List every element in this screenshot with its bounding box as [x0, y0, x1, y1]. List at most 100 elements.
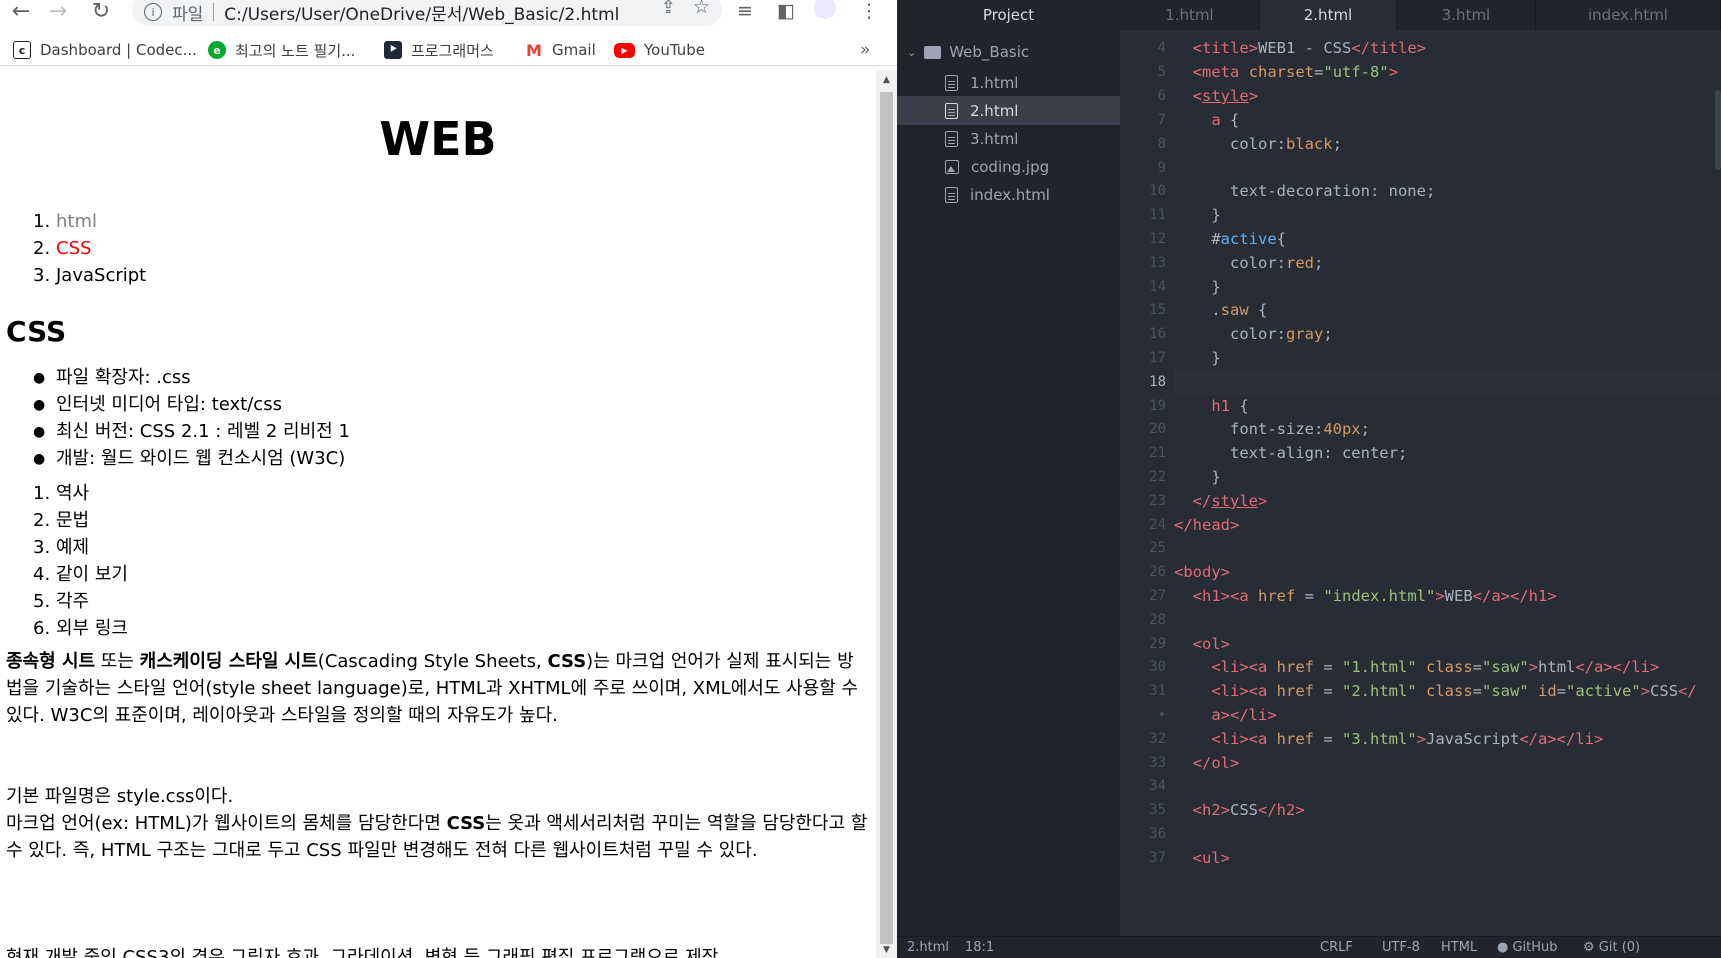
line-number: 20	[1149, 421, 1166, 437]
nav-item-css: 2. CSS	[33, 235, 146, 262]
side-panel-icon[interactable]: ◧	[773, 0, 799, 22]
bold-term: CSS	[547, 651, 587, 672]
status-line-ending[interactable]: CRLF	[1320, 940, 1353, 955]
bold-term: 종속형 시트	[6, 651, 96, 672]
code-line[interactable]: }	[1174, 345, 1721, 371]
forward-arrow-icon: →	[48, 0, 68, 24]
tree-file-1-html[interactable]: 1.html	[897, 68, 1120, 97]
code-line[interactable]	[1174, 821, 1721, 847]
media-control-icon[interactable]: ≡	[732, 0, 758, 22]
code-line[interactable]	[1174, 535, 1721, 561]
code-line[interactable]: text-align: center;	[1174, 440, 1721, 466]
line-number: 31	[1149, 683, 1166, 699]
bookmark-codecademy[interactable]: c Dashboard | Codec...	[13, 36, 197, 64]
code-line[interactable]: <title>WEB1 - CSS</title>	[1174, 35, 1721, 61]
list-item-text: 외부 링크	[56, 618, 128, 639]
code-line[interactable]: font-size:40px;	[1174, 416, 1721, 442]
list-item: ● 인터넷 미디어 타입: text/css	[33, 391, 350, 418]
code-line[interactable]: }	[1174, 464, 1721, 490]
menu-kebab-icon[interactable]: ⋮	[856, 0, 882, 22]
status-file[interactable]: 2.html	[907, 940, 949, 955]
code-line[interactable]: <ul>	[1174, 845, 1721, 871]
bookmark-label: 프로그래머스	[411, 41, 494, 60]
page-scrollbar[interactable]: ▲ ▼	[876, 70, 897, 958]
list-item: 3. 예제	[33, 534, 128, 561]
scrollbar-thumb[interactable]	[880, 92, 893, 944]
code-line[interactable]: </style>	[1174, 488, 1721, 514]
code-line[interactable]: <h1><a href = "index.html">WEB</a></h1>	[1174, 583, 1721, 609]
nav-link-css[interactable]: CSS	[56, 238, 91, 259]
scroll-up-icon[interactable]: ▲	[876, 72, 897, 88]
code-line[interactable]: color:gray;	[1174, 321, 1721, 347]
bookmarks-overflow-button[interactable]: »	[860, 36, 870, 64]
tree-file-3-html[interactable]: 3.html	[897, 124, 1120, 153]
code-line[interactable]: a {	[1174, 107, 1721, 133]
share-icon[interactable]: ⇪	[661, 0, 676, 18]
tab-3-html[interactable]: 3.html	[1397, 0, 1536, 30]
forward-button[interactable]: →	[43, 0, 73, 24]
code-line[interactable]: a></li>	[1174, 702, 1721, 728]
code-line[interactable]: <li><a href = "3.html">JavaScript</a></l…	[1174, 726, 1721, 752]
tree-file-coding-jpg[interactable]: coding.jpg	[897, 152, 1120, 181]
code-area[interactable]: <title>WEB1 - CSS</title> <meta charset=…	[1174, 30, 1721, 936]
body-paragraph-partial: 현재 개발 중인 CSS3의 경우 그림자 효과, 그라데이션, 변형 등 그래…	[6, 947, 719, 958]
bookmark-programmers[interactable]: ⯈ 프로그래머스	[384, 36, 494, 64]
code-line[interactable]: }	[1174, 202, 1721, 228]
code-line[interactable]	[1174, 369, 1721, 395]
list-item-text: 역사	[56, 483, 90, 504]
code-line[interactable]: <meta charset="utf-8">	[1174, 59, 1721, 85]
bookmark-star-icon[interactable]: ☆	[693, 0, 710, 18]
editor-scrollbar-thumb[interactable]	[1715, 90, 1721, 170]
file-label: index.html	[970, 185, 1050, 204]
nav-link-javascript[interactable]: JavaScript	[56, 265, 146, 286]
status-github[interactable]: ● GitHub	[1497, 940, 1558, 955]
code-line[interactable]: color:black;	[1174, 131, 1721, 157]
image-file-icon	[945, 159, 959, 174]
tree-file-index-html[interactable]: index.html	[897, 180, 1120, 209]
back-button[interactable]: ←	[6, 0, 36, 24]
scroll-down-icon[interactable]: ▼	[876, 942, 897, 958]
code-line[interactable]: <li><a href = "1.html" class="saw">html<…	[1174, 654, 1721, 680]
list-item-text: 예제	[56, 537, 90, 558]
address-bar[interactable]: i 파일 C:/Users/User/OneDrive/문서/Web_Basic…	[132, 0, 722, 26]
code-line[interactable]	[1174, 607, 1721, 633]
tab-1-html[interactable]: 1.html	[1120, 0, 1260, 30]
tree-file-2-html[interactable]: 2.html	[897, 96, 1120, 125]
info-icon[interactable]: i	[144, 3, 162, 21]
intro-paragraph: 종속형 시트 또는 캐스케이딩 스타일 시트(Cascading Style S…	[6, 648, 868, 729]
line-number: 12	[1149, 231, 1166, 247]
code-line[interactable]: <li><a href = "2.html" class="saw" id="a…	[1174, 678, 1721, 704]
code-line[interactable]: .saw {	[1174, 297, 1721, 323]
code-line[interactable]: color:red;	[1174, 250, 1721, 276]
facts-list: ● 파일 확장자: .css ● 인터넷 미디어 타입: text/css ● 최신 …	[33, 364, 350, 472]
nav-link-html[interactable]: html	[56, 211, 97, 232]
code-line[interactable]: #active{	[1174, 226, 1721, 252]
list-item: ● 파일 확장자: .css	[33, 364, 350, 391]
bookmark-gmail[interactable]: M Gmail	[525, 36, 596, 64]
url-text[interactable]: C:/Users/User/OneDrive/문서/Web_Basic/2.ht…	[224, 0, 619, 25]
code-line[interactable]: <h2>CSS</h2>	[1174, 797, 1721, 823]
code-line[interactable]: <style>	[1174, 83, 1721, 109]
status-cursor[interactable]: 18:1	[965, 940, 994, 955]
status-encoding[interactable]: UTF-8	[1382, 940, 1420, 955]
tree-root-folder[interactable]: ⌄ Web_Basic	[897, 39, 1120, 65]
list-item: 2. 문법	[33, 507, 128, 534]
code-line[interactable]: text-decoration: none;	[1174, 178, 1721, 204]
tree-title[interactable]: Project	[897, 0, 1120, 30]
bookmark-evernote[interactable]: e 최고의 노트 필기...	[208, 36, 355, 64]
line-number: 13	[1149, 255, 1166, 271]
code-line[interactable]: <body>	[1174, 559, 1721, 585]
bookmark-youtube[interactable]: ▶ YouTube	[614, 36, 705, 64]
line-number-gutter: 4 5 6 7 8 9 10 11 12 13 14 15 16 17 18 19 20 21 22 23 24 25 26…	[1120, 30, 1174, 936]
status-grammar[interactable]: HTML	[1441, 940, 1477, 955]
toc-list: 1. 역사 2. 문법 3. 예제 4. 같이 보기 5. 각주 6. 외부 링크	[33, 480, 128, 642]
tab-index-html[interactable]: index.html	[1536, 0, 1721, 30]
home-link[interactable]: WEB	[379, 112, 496, 166]
youtube-icon: ▶	[614, 42, 635, 58]
status-git[interactable]: ⚙ Git (0)	[1583, 940, 1640, 955]
reload-button[interactable]: ↻	[86, 0, 116, 24]
profile-avatar[interactable]	[812, 0, 838, 22]
code-line[interactable]	[1174, 773, 1721, 799]
tab-2-html[interactable]: 2.html	[1260, 0, 1397, 30]
file-label: 3.html	[970, 129, 1019, 148]
